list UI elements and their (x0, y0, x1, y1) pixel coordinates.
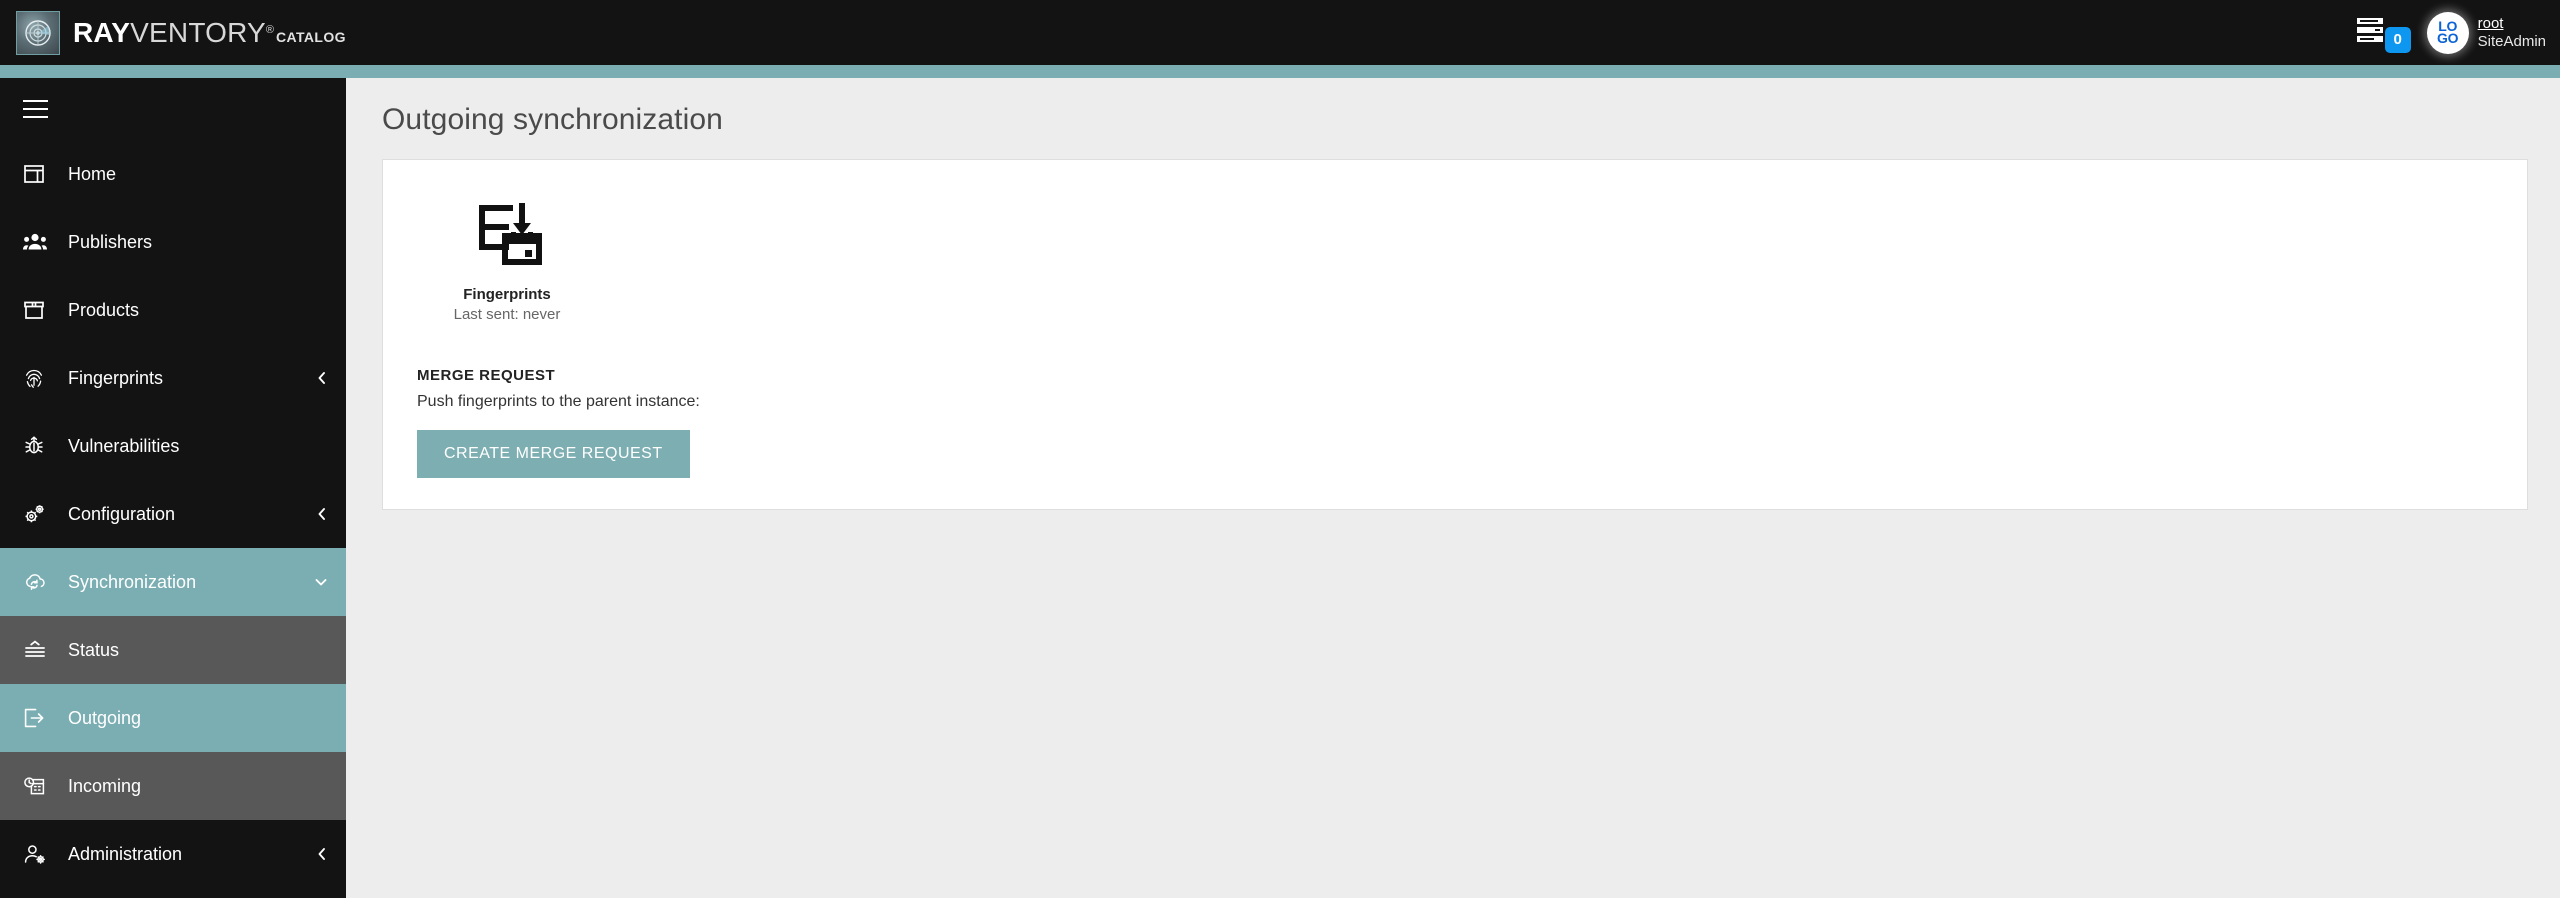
sidebar-item-fingerprints[interactable]: Fingerprints (0, 344, 346, 412)
status-lines-icon (23, 640, 53, 660)
user-login-link[interactable]: root (2478, 15, 2546, 32)
sidebar-item-label: Outgoing (68, 707, 142, 728)
people-group-icon (23, 231, 53, 253)
sidebar-item-label: Synchronization (68, 571, 197, 592)
bug-icon (23, 435, 53, 457)
radar-target-icon (16, 10, 60, 55)
user-identity: root SiteAdmin (2478, 15, 2546, 50)
task-queue-icon (2355, 15, 2389, 50)
accent-bar (0, 65, 2560, 78)
brand-name-bold: RAY (73, 16, 131, 48)
merge-request-section-title: MERGE REQUEST (417, 367, 556, 384)
sync-target-fingerprints[interactable]: Fingerprints Last sent: never (417, 190, 597, 323)
dashboard-icon (23, 163, 53, 185)
sidebar-toggle-button[interactable] (0, 78, 346, 140)
chevron-left-icon[interactable] (316, 507, 328, 521)
sync-target-name: Fingerprints (463, 286, 551, 303)
task-queue-button[interactable]: 0 (2355, 13, 2411, 53)
brand-wordmark: RAY VENTORY ® CATALOG (73, 16, 346, 48)
registered-mark: ® (265, 23, 275, 36)
sidebar-item-home[interactable]: Home (0, 140, 346, 208)
import-calendar-icon (23, 775, 53, 797)
task-count-badge: 0 (2384, 26, 2411, 53)
sidebar-navigation: Home Publishers Products Fingerprints Vu… (0, 78, 346, 898)
user-gear-icon (23, 843, 53, 865)
outgoing-sync-card: Fingerprints Last sent: never MERGE REQU… (382, 159, 2528, 510)
sidebar-item-label: Products (68, 299, 140, 320)
sidebar-item-administration[interactable]: Administration (0, 820, 346, 888)
chevron-left-icon[interactable] (316, 371, 328, 385)
brand-suffix: CATALOG (276, 28, 346, 45)
brand-name-light: VENTORY (130, 16, 266, 48)
sync-last-sent: Last sent: never (453, 306, 561, 323)
sidebar-item-status[interactable]: Status (0, 616, 346, 684)
sidebar-item-outgoing[interactable]: Outgoing (0, 684, 346, 752)
fingerprint-export-icon (417, 190, 597, 274)
user-menu[interactable]: LO GO root SiteAdmin (2426, 11, 2546, 54)
sidebar-item-products[interactable]: Products (0, 276, 346, 344)
sidebar-item-label: Status (68, 639, 120, 660)
sidebar-item-label: Publishers (68, 231, 153, 252)
sidebar-item-label: Configuration (68, 503, 176, 524)
sidebar-item-label: Vulnerabilities (68, 435, 180, 456)
top-header: RAY VENTORY ® CATALOG 0 LO GO root SiteA… (0, 0, 2560, 65)
avatar-line-2: GO (2437, 29, 2459, 46)
sidebar-item-label: Incoming (68, 775, 142, 796)
cloud-sync-icon (23, 571, 53, 593)
page-title: Outgoing synchronization (382, 103, 723, 136)
fingerprint-icon (23, 367, 53, 389)
sidebar-item-incoming[interactable]: Incoming (0, 752, 346, 820)
sidebar-item-synchronization[interactable]: Synchronization (0, 548, 346, 616)
main-content: Outgoing synchronization Fingerprints La… (346, 78, 2560, 898)
sidebar-item-label: Home (68, 163, 117, 184)
gears-icon (23, 503, 53, 525)
avatar: LO GO (2426, 11, 2469, 54)
user-role-label: SiteAdmin (2477, 32, 2546, 50)
brand-logo-area[interactable]: RAY VENTORY ® CATALOG (0, 10, 346, 55)
sidebar-item-label: Fingerprints (68, 367, 164, 388)
export-arrow-icon (23, 707, 53, 729)
sidebar-item-vulnerabilities[interactable]: Vulnerabilities (0, 412, 346, 480)
merge-request-description: Push fingerprints to the parent instance… (417, 393, 700, 410)
sidebar-item-label: Administration (68, 843, 183, 864)
package-box-icon (23, 299, 53, 321)
chevron-left-icon[interactable] (316, 847, 328, 861)
sidebar-item-configuration[interactable]: Configuration (0, 480, 346, 548)
chevron-down-icon[interactable] (314, 576, 328, 588)
create-merge-request-button[interactable]: CREATE MERGE REQUEST (417, 430, 690, 478)
header-right-controls: 0 LO GO root SiteAdmin (2355, 11, 2560, 54)
sidebar-item-publishers[interactable]: Publishers (0, 208, 346, 276)
hamburger-menu-icon (23, 100, 48, 118)
